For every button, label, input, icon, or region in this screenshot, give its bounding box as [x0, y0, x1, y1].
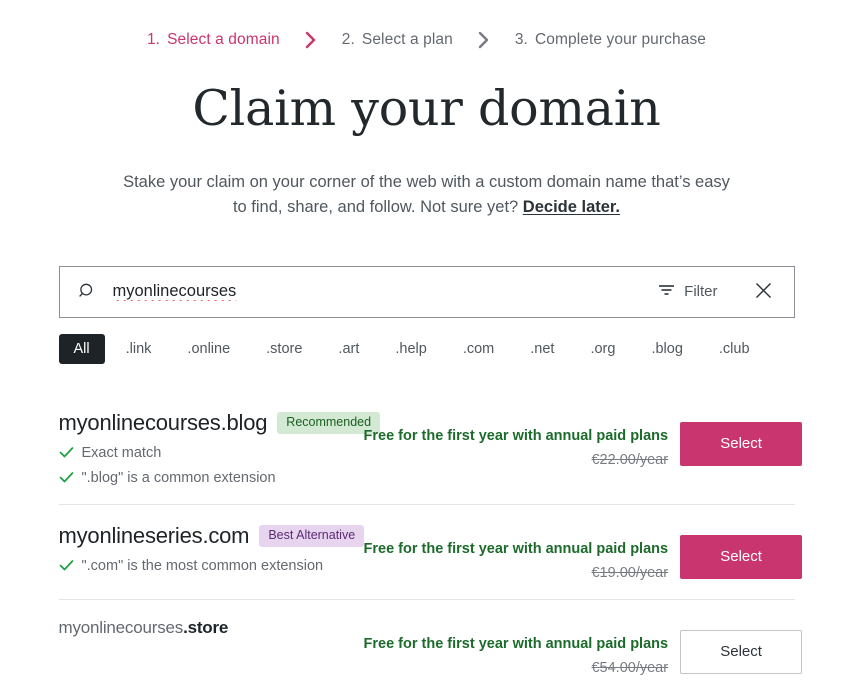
page-subtitle: Stake your claim on your corner of the w…: [119, 170, 734, 220]
domain-tld: .blog: [220, 409, 268, 435]
step-label: Select a plan: [361, 31, 453, 48]
hero-section: Claim your domain Stake your claim on yo…: [0, 60, 853, 220]
tld-chip-online[interactable]: .online: [172, 334, 245, 364]
domain-feature: ".blog" is a common extension: [59, 470, 364, 486]
domain-sld: myonlinecourses: [58, 409, 221, 435]
tld-chip-art[interactable]: .art: [323, 334, 374, 364]
domain-tld: .com: [202, 522, 250, 548]
filter-button[interactable]: Filter: [656, 279, 719, 305]
domain-pricing: Free for the first year with annual paid…: [364, 408, 681, 468]
domain-pricing: Free for the first year with annual paid…: [364, 616, 681, 676]
select-domain-button[interactable]: Select: [680, 421, 803, 466]
select-domain-button[interactable]: Select: [680, 534, 803, 579]
domain-feature-label: Exact match: [81, 444, 162, 461]
tld-chip-com[interactable]: .com: [448, 334, 509, 364]
domain-name: myonlinecourses.store: [59, 618, 229, 638]
domain-tld: .store: [183, 617, 229, 637]
stepper-step-3[interactable]: 3. Complete your purchase: [515, 31, 706, 49]
select-domain-button[interactable]: Select: [680, 629, 803, 674]
tld-chip-blog[interactable]: .blog: [636, 334, 697, 364]
domain-search-section: Filter: [58, 265, 795, 318]
domain-feature: Exact match: [59, 445, 364, 461]
original-price: €19.00/year: [591, 564, 669, 581]
step-separator-chevron-icon: [280, 30, 342, 50]
tld-chip-all[interactable]: All: [58, 333, 105, 364]
domain-feature: ".com" is the most common extension: [59, 558, 364, 574]
domain-search-box[interactable]: Filter: [58, 265, 795, 318]
stepper-step-1: 1. Select a domain: [147, 31, 280, 49]
filter-icon: [658, 283, 675, 301]
search-icon: [78, 282, 97, 301]
close-icon: [754, 281, 773, 303]
domain-action: Select: [680, 408, 803, 466]
domain-action: Select: [680, 616, 803, 674]
domain-sld: myonlinecourses: [58, 617, 184, 637]
step-number: 3.: [514, 31, 528, 48]
step-separator-chevron-icon: [453, 30, 515, 50]
step-number: 1.: [146, 31, 161, 48]
search-input[interactable]: [112, 282, 657, 302]
tld-chip-club[interactable]: .club: [704, 334, 765, 364]
filter-label: Filter: [684, 283, 718, 301]
domain-badge: Best Alternative: [259, 524, 365, 547]
subtitle-text: Stake your claim on your corner of the w…: [123, 172, 730, 216]
domain-name-line: myonlinecourses.blog Recommended: [59, 410, 381, 436]
check-icon: [59, 471, 74, 484]
original-price: €54.00/year: [591, 659, 669, 676]
promo-text: Free for the first year with annual paid…: [363, 427, 669, 444]
step-label: Complete your purchase: [534, 31, 707, 48]
clear-search-button[interactable]: [750, 277, 777, 307]
stepper-step-2[interactable]: 2. Select a plan: [342, 31, 453, 49]
tld-chip-net[interactable]: .net: [515, 334, 569, 364]
domain-feature-label: ".blog" is a common extension: [81, 469, 276, 486]
domain-result-row: myonlineseries.com Best Alternative ".com"…: [58, 503, 803, 599]
original-price: €22.00/year: [591, 451, 669, 468]
domain-pricing: Free for the first year with annual paid…: [364, 521, 681, 581]
page-title: Claim your domain: [192, 80, 661, 137]
domain-results-list: myonlinecourses.blog Recommended Exact mat…: [58, 392, 803, 684]
check-icon: [59, 559, 74, 572]
domain-name-line: myonlineseries.com Best Alternative: [59, 523, 365, 549]
tld-chip-link[interactable]: .link: [111, 334, 167, 364]
domain-name-line: myonlinecourses.store: [59, 618, 364, 638]
domain-info: myonlinecourses.blog Recommended Exact mat…: [59, 408, 381, 486]
domain-feature-label: ".com" is the most common extension: [81, 557, 324, 574]
checkout-stepper: 1. Select a domain 2. Select a plan 3. Comple…: [0, 0, 853, 60]
tld-chip-help[interactable]: .help: [380, 334, 441, 364]
domain-info: myonlinecourses.store: [59, 616, 364, 638]
domain-name: myonlinecourses.blog: [59, 410, 268, 436]
domain-result-row: myonlinecourses.blog Recommended Exact mat…: [59, 392, 803, 504]
check-icon: [59, 446, 74, 459]
step-label: Select a domain: [167, 31, 280, 48]
decide-later-link[interactable]: Decide later.: [523, 198, 620, 216]
tld-filter-chips: All .link .online .store .art .help .com .net .o…: [58, 333, 795, 364]
promo-text: Free for the first year with annual paid…: [363, 540, 669, 557]
domain-info: myonlineseries.com Best Alternative ".com"…: [59, 521, 365, 574]
domain-action: Select: [680, 521, 803, 579]
domain-name: myonlineseries.com: [59, 523, 250, 549]
promo-text: Free for the first year with annual paid…: [363, 635, 669, 652]
domain-result-row: myonlinecourses.store Free for the first …: [58, 598, 803, 684]
domain-sld: myonlineseries: [58, 522, 203, 548]
step-number: 2.: [341, 31, 355, 48]
tld-chip-store[interactable]: .store: [251, 334, 317, 364]
tld-chip-org[interactable]: .org: [575, 334, 630, 364]
